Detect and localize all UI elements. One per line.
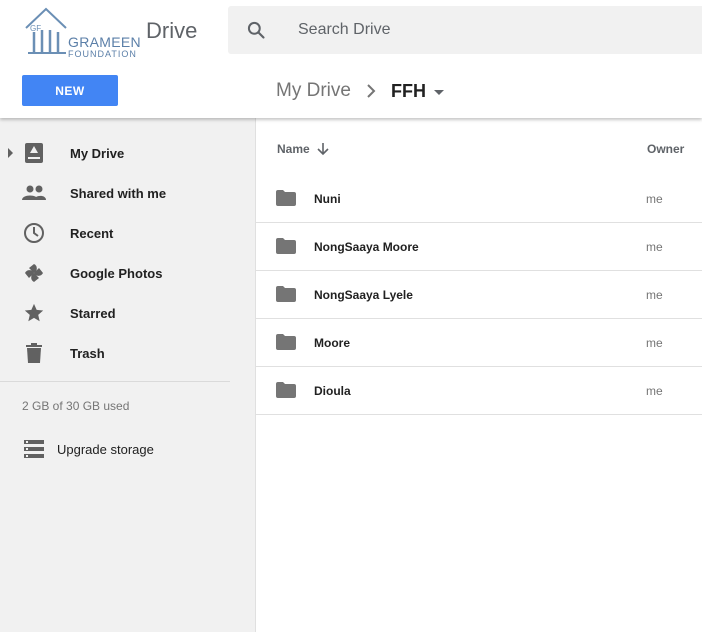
- drive-icon: [22, 141, 46, 165]
- storage-icon: [24, 440, 44, 458]
- breadcrumb-current-label: FFH: [390, 80, 426, 101]
- file-owner: me: [646, 384, 663, 398]
- upgrade-storage-link[interactable]: Upgrade storage: [0, 438, 255, 462]
- sidebar: My Drive Shared with me Recent Google Ph…: [0, 118, 256, 632]
- sidebar-item-label: Starred: [70, 305, 116, 321]
- clock-icon: [22, 221, 46, 245]
- column-header-name[interactable]: Name: [277, 142, 330, 156]
- file-owner: me: [646, 192, 663, 206]
- file-row[interactable]: Moore me: [256, 319, 702, 367]
- file-name: Nuni: [314, 192, 341, 206]
- logo-initials: GF: [30, 24, 42, 33]
- sidebar-item-recent[interactable]: Recent: [0, 213, 255, 253]
- folder-icon: [276, 382, 296, 398]
- pinwheel-icon: [22, 261, 46, 285]
- sidebar-item-label: Google Photos: [70, 265, 163, 281]
- file-name: Dioula: [314, 384, 351, 398]
- logo-text-grameen: GRAMEEN: [68, 34, 141, 50]
- grameen-foundation-logo[interactable]: GF GRAMEEN FOUNDATION: [22, 6, 141, 59]
- caret-down-icon: [433, 89, 444, 95]
- trash-icon: [22, 341, 46, 365]
- file-name: NongSaaya Lyele: [314, 288, 413, 302]
- upgrade-storage-label: Upgrade storage: [57, 442, 154, 457]
- folder-icon: [276, 286, 296, 302]
- sidebar-item-label: Trash: [70, 345, 105, 361]
- file-owner: me: [646, 240, 663, 254]
- new-button[interactable]: NEW: [22, 75, 118, 106]
- search-bar[interactable]: [228, 6, 702, 54]
- file-name: Moore: [314, 336, 350, 350]
- folder-icon: [276, 334, 296, 350]
- people-icon: [22, 181, 46, 205]
- file-list-header: Name Owner: [256, 118, 702, 176]
- arrow-down-icon[interactable]: [316, 142, 330, 156]
- sidebar-item-label: My Drive: [70, 145, 125, 161]
- file-row[interactable]: Dioula me: [256, 367, 702, 415]
- column-header-owner[interactable]: Owner: [647, 142, 684, 156]
- breadcrumb-my-drive[interactable]: My Drive: [276, 80, 351, 102]
- file-row[interactable]: NongSaaya Moore me: [256, 223, 702, 271]
- search-input[interactable]: [298, 6, 678, 54]
- sidebar-divider: [0, 381, 230, 382]
- star-icon: [22, 301, 46, 325]
- sidebar-item-trash[interactable]: Trash: [0, 333, 255, 373]
- sidebar-item-starred[interactable]: Starred: [0, 293, 255, 333]
- file-owner: me: [646, 336, 663, 350]
- breadcrumb: My Drive FFH: [276, 78, 444, 104]
- column-name-label: Name: [277, 142, 310, 156]
- search-icon[interactable]: [246, 20, 266, 40]
- app-title: Drive: [146, 18, 198, 43]
- sidebar-item-google-photos[interactable]: Google Photos: [0, 253, 255, 293]
- sidebar-item-shared-with-me[interactable]: Shared with me: [0, 173, 255, 213]
- breadcrumb-current-folder[interactable]: FFH: [391, 81, 444, 102]
- logo-text-foundation: FOUNDATION: [68, 49, 137, 59]
- app-header: GF GRAMEEN FOUNDATION Drive NEW My Drive…: [0, 0, 702, 118]
- storage-usage: 2 GB of 30 GB used: [22, 399, 130, 413]
- sidebar-item-label: Recent: [70, 225, 114, 241]
- sidebar-item-my-drive[interactable]: My Drive: [0, 133, 255, 173]
- sidebar-item-label: Shared with me: [70, 185, 167, 201]
- file-owner: me: [646, 288, 663, 302]
- expand-arrow-icon[interactable]: [8, 148, 13, 158]
- file-name: NongSaaya Moore: [314, 240, 419, 254]
- folder-icon: [276, 190, 296, 206]
- folder-icon: [276, 238, 296, 254]
- file-row[interactable]: NongSaaya Lyele me: [256, 271, 702, 319]
- chevron-right-icon: [367, 84, 376, 98]
- file-row[interactable]: Nuni me: [256, 175, 702, 223]
